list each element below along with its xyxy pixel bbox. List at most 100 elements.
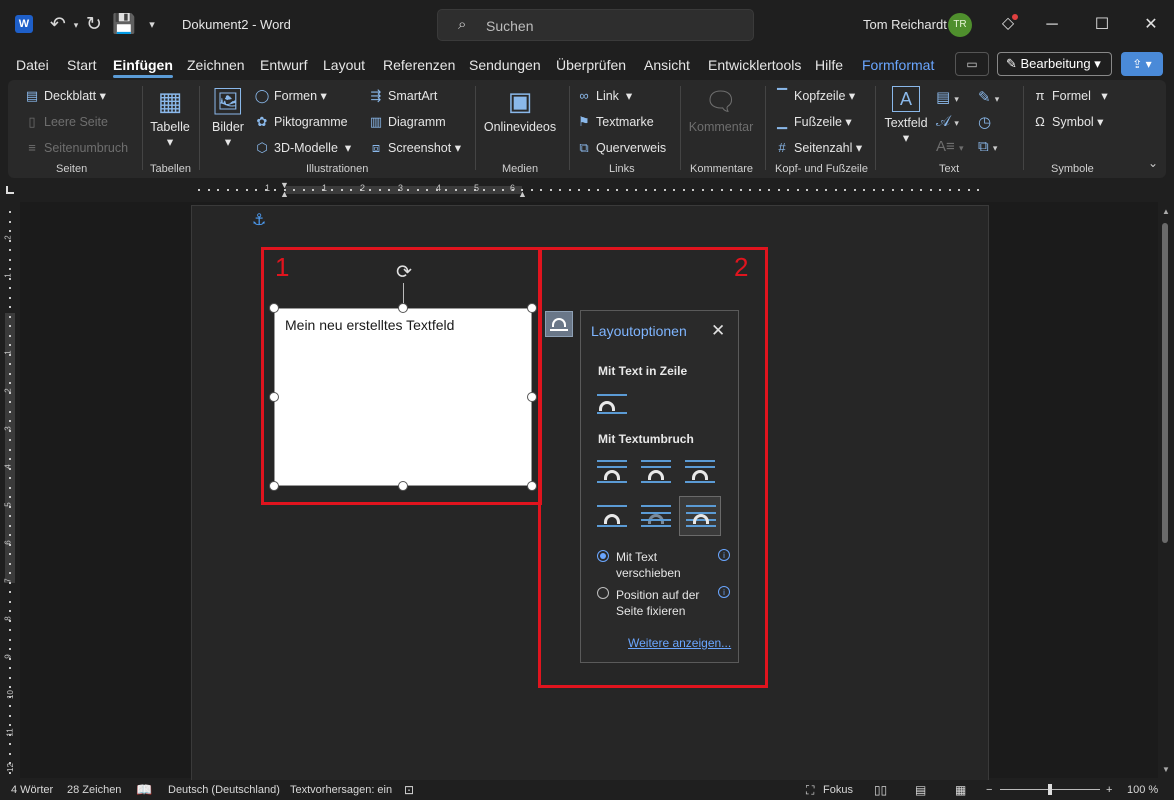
char-count[interactable]: 28 Zeichen — [67, 784, 121, 796]
avatar[interactable]: TR — [948, 13, 972, 37]
web-layout-icon[interactable]: ▦ — [955, 783, 966, 797]
share-button[interactable]: ⇪ ▾ — [1121, 52, 1163, 76]
search-input[interactable]: ⌕ Suchen — [437, 9, 754, 41]
zoom-out-button[interactable]: − — [986, 784, 992, 796]
date-time-icon[interactable]: ◷ — [978, 113, 991, 131]
tab-entwicklertools[interactable]: Entwicklertools — [708, 57, 801, 73]
cross-reference-button[interactable]: ⧉ Querverweis — [576, 140, 666, 156]
move-with-text-label[interactable]: Mit Text verschieben — [616, 549, 711, 581]
tab-einfuegen[interactable]: Einfügen — [113, 57, 173, 78]
minimize-icon[interactable]: ─ — [1040, 13, 1064, 37]
move-with-text-radio[interactable] — [597, 550, 609, 562]
vertical-scrollbar[interactable]: ▲ ▼ — [1160, 205, 1172, 780]
focus-icon[interactable]: ⛶ — [806, 783, 814, 798]
scrollbar-thumb[interactable] — [1162, 223, 1168, 543]
text-predictions-status[interactable]: Textvorhersagen: ein — [290, 784, 392, 796]
equation-button[interactable]: π Formel ▾ — [1032, 88, 1108, 103]
text-box[interactable] — [274, 308, 532, 486]
wrap-square-button[interactable] — [591, 453, 633, 493]
pictures-button[interactable]: 🖼 Bilder ▾ — [206, 86, 250, 149]
wrap-through-button[interactable] — [679, 453, 721, 493]
resize-handle-left[interactable] — [269, 392, 279, 402]
ribbon-expand-icon[interactable]: ⌄ — [1148, 156, 1158, 170]
tab-formformat[interactable]: Formformat — [862, 57, 934, 73]
close-icon[interactable]: ✕ — [711, 321, 725, 341]
resize-handle-top[interactable] — [398, 303, 408, 313]
resize-handle-bottom[interactable] — [398, 481, 408, 491]
comments-button[interactable]: ▭ — [955, 52, 989, 76]
tab-referenzen[interactable]: Referenzen — [383, 57, 455, 73]
wordart-icon[interactable]: 𝒜 ▾ — [936, 113, 959, 130]
info-icon[interactable]: i — [718, 586, 730, 598]
customize-toolbar-icon[interactable]: ▾ — [140, 13, 164, 37]
resize-handle-top-left[interactable] — [269, 303, 279, 313]
scroll-down-icon[interactable]: ▼ — [1160, 765, 1172, 774]
wrap-tight-button[interactable] — [635, 453, 677, 493]
3d-models-button[interactable]: ⬡ 3D-Modelle ▾ — [254, 140, 351, 156]
screenshot-button[interactable]: ⧈ Screenshot ▾ — [368, 140, 461, 156]
fix-position-radio[interactable] — [597, 587, 609, 599]
symbol-button[interactable]: Ω Symbol ▾ — [1032, 114, 1103, 129]
vertical-ruler[interactable]: 2 1 1 2 3 4 5 6 7 8 9 10 11 12 — [0, 205, 20, 780]
wrap-behind-text-button[interactable] — [635, 497, 677, 537]
wrap-top-bottom-button[interactable] — [591, 497, 633, 537]
table-button[interactable]: ▦ Tabelle ▾ — [148, 86, 192, 149]
accessibility-icon[interactable]: ⊡ — [404, 783, 414, 797]
see-more-link[interactable]: Weitere anzeigen... — [628, 636, 731, 650]
zoom-in-button[interactable]: + — [1106, 784, 1112, 796]
drop-cap-icon[interactable]: A≡ ▾ — [936, 138, 963, 155]
new-comment-button[interactable]: 🗨 Kommentar — [686, 86, 756, 134]
object-icon[interactable]: ⧉ ▾ — [978, 138, 997, 155]
tab-datei[interactable]: Datei — [16, 57, 49, 73]
tab-ansicht[interactable]: Ansicht — [644, 57, 690, 73]
editing-mode-button[interactable]: ✎ Bearbeitung ▾ — [997, 52, 1112, 76]
tab-selector-icon[interactable] — [6, 186, 14, 194]
layout-options-button[interactable] — [545, 311, 573, 337]
footer-button[interactable]: ▁ Fußzeile ▾ — [774, 114, 852, 130]
language-indicator[interactable]: Deutsch (Deutschland) — [168, 784, 280, 796]
resize-handle-bottom-right[interactable] — [527, 481, 537, 491]
tab-ueberpruefen[interactable]: Überprüfen — [556, 57, 626, 73]
text-box-button[interactable]: A Textfeld ▾ — [884, 86, 928, 145]
text-box-content[interactable]: Mein neu erstelltes Textfeld — [285, 317, 454, 333]
smartart-button[interactable]: ⇶ SmartArt — [368, 88, 438, 104]
close-icon[interactable]: ✕ — [1139, 13, 1163, 37]
page-number-button[interactable]: # Seitenzahl ▾ — [774, 140, 862, 155]
read-mode-icon[interactable]: ▯▯ — [874, 783, 887, 797]
proofing-icon[interactable]: 📖 — [136, 782, 152, 798]
horizontal-ruler[interactable]: 1 1 2 3 4 5 6 ▼ ▲ ▲ — [192, 180, 988, 199]
print-layout-icon[interactable]: ▤ — [915, 783, 926, 797]
signature-line-icon[interactable]: ✎ ▾ — [978, 88, 999, 106]
maximize-icon[interactable]: ☐ — [1090, 13, 1114, 37]
wrap-in-front-of-text-button[interactable] — [679, 496, 721, 536]
word-count[interactable]: 4 Wörter — [11, 784, 53, 796]
tab-start[interactable]: Start — [67, 57, 97, 73]
redo-icon[interactable]: ↻ — [82, 13, 106, 37]
shapes-button[interactable]: ◯ Formen ▾ — [254, 88, 327, 104]
icons-button[interactable]: ✿ Piktogramme — [254, 114, 348, 130]
scroll-up-icon[interactable]: ▲ — [1160, 207, 1172, 216]
wrap-inline-button[interactable] — [591, 387, 633, 427]
header-button[interactable]: ▔ Kopfzeile ▾ — [774, 88, 855, 104]
resize-handle-bottom-left[interactable] — [269, 481, 279, 491]
quick-parts-icon[interactable]: ▤ ▾ — [936, 88, 959, 106]
page-break-button[interactable]: ≡ Seitenumbruch — [24, 140, 128, 155]
anchor-icon[interactable]: ⚓ — [252, 210, 266, 230]
resize-handle-right[interactable] — [527, 392, 537, 402]
tab-entwurf[interactable]: Entwurf — [260, 57, 307, 73]
zoom-level[interactable]: 100 % — [1127, 784, 1158, 796]
bookmark-button[interactable]: ⚑ Textmarke — [576, 114, 653, 130]
zoom-slider-thumb[interactable] — [1048, 784, 1052, 795]
fix-position-label[interactable]: Position auf der Seite fixieren — [616, 587, 711, 619]
blank-page-button[interactable]: ▯ Leere Seite — [24, 114, 108, 130]
cover-page-button[interactable]: ▤ Deckblatt ▾ — [24, 88, 106, 104]
tab-layout[interactable]: Layout — [323, 57, 365, 73]
chart-button[interactable]: ▥ Diagramm — [368, 114, 446, 130]
focus-mode-label[interactable]: Fokus — [823, 784, 853, 796]
user-name[interactable]: Tom Reichardt — [863, 17, 947, 32]
resize-handle-top-right[interactable] — [527, 303, 537, 313]
info-icon[interactable]: i — [718, 549, 730, 561]
online-videos-button[interactable]: ▣ Onlinevideos — [482, 86, 558, 134]
tab-zeichnen[interactable]: Zeichnen — [187, 57, 245, 73]
tab-hilfe[interactable]: Hilfe — [815, 57, 843, 73]
